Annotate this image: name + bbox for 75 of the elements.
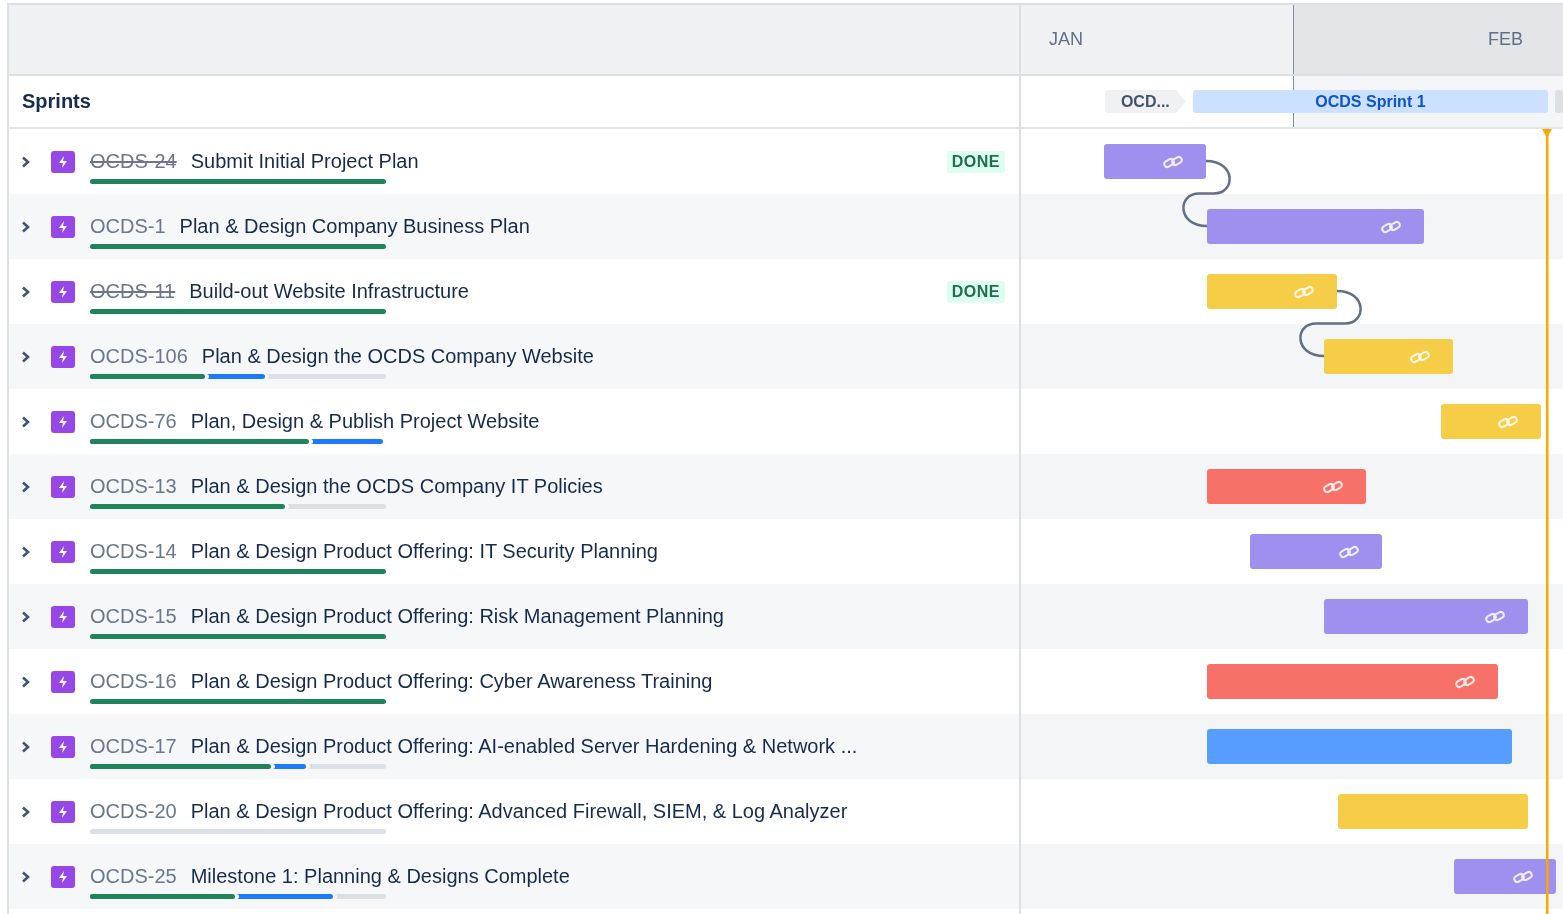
issue-key[interactable]: OCDS-16 xyxy=(90,669,177,693)
epic-icon xyxy=(51,540,75,563)
issue-title[interactable]: Plan & Design the OCDS Company Website xyxy=(201,344,594,368)
epic-icon xyxy=(51,410,75,433)
sprint-bar[interactable] xyxy=(1555,90,1563,113)
link-icon xyxy=(1512,868,1534,885)
sprint-bar[interactable]: OCDS Sprint 1 xyxy=(1192,90,1549,113)
chevron-icon[interactable] xyxy=(21,155,31,168)
chevron-icon[interactable] xyxy=(21,675,31,688)
issue-title[interactable]: Submit Initial Project Plan xyxy=(190,149,419,173)
issue-key[interactable]: OCDS-14 xyxy=(90,539,177,563)
timeline-bar[interactable] xyxy=(1207,469,1366,504)
link-icon xyxy=(1497,413,1519,430)
month-label: FEB xyxy=(1488,29,1523,50)
epic-icon xyxy=(51,150,75,173)
issue-key[interactable]: OCDS-106 xyxy=(90,344,188,368)
epic-icon xyxy=(51,605,75,628)
issue-key[interactable]: OCDS-24 xyxy=(90,149,177,173)
timeline-bar[interactable] xyxy=(1250,534,1382,569)
timeline-bar[interactable] xyxy=(1207,209,1424,244)
chevron-icon[interactable] xyxy=(21,220,31,233)
chevron-icon[interactable] xyxy=(21,740,31,753)
chevron-icon[interactable] xyxy=(21,350,31,363)
epic-icon xyxy=(51,670,75,693)
chevron-icon[interactable] xyxy=(21,805,31,818)
chevron-icon[interactable] xyxy=(21,870,31,883)
month-label: JAN xyxy=(1049,29,1083,50)
issue-title[interactable]: Plan & Design Company Business Plan xyxy=(179,214,530,238)
timeline-bar[interactable] xyxy=(1207,274,1337,309)
epic-icon xyxy=(51,475,75,498)
issue-title[interactable]: Plan, Design & Publish Project Website xyxy=(190,409,540,433)
issue-title[interactable]: Build-out Website Infrastructure xyxy=(189,279,469,303)
issue-key[interactable]: OCDS-11 xyxy=(90,279,176,303)
issue-key[interactable]: OCDS-15 xyxy=(90,604,177,628)
link-icon xyxy=(1380,218,1402,235)
epic-icon xyxy=(51,735,75,758)
chevron-icon[interactable] xyxy=(21,285,31,298)
link-icon xyxy=(1484,608,1506,625)
timeline-bar[interactable] xyxy=(1324,339,1453,374)
chevron-icon[interactable] xyxy=(21,545,31,558)
epic-icon xyxy=(51,800,75,823)
chevron-icon[interactable] xyxy=(21,610,31,623)
issue-title[interactable]: Plan & Design Product Offering: Advanced Firewall, SIEM, & Log Analyzer xyxy=(190,799,848,823)
issue-key[interactable]: OCDS-13 xyxy=(90,474,177,498)
link-icon xyxy=(1293,283,1315,300)
status-lozenge: DONE xyxy=(946,280,1005,303)
timeline-bar[interactable] xyxy=(1104,144,1206,179)
issue-key[interactable]: OCDS-1 xyxy=(90,214,166,238)
chevron-icon[interactable] xyxy=(21,415,31,428)
status-lozenge: DONE xyxy=(946,150,1005,173)
epic-icon xyxy=(51,345,75,368)
epic-icon xyxy=(51,215,75,238)
issue-title[interactable]: Milestone 1: Planning & Designs Complete xyxy=(190,864,570,888)
link-icon xyxy=(1338,543,1360,560)
timeline-bar[interactable] xyxy=(1454,859,1556,894)
epic-icon xyxy=(51,280,75,303)
issue-key[interactable]: OCDS-25 xyxy=(90,864,177,888)
issue-key[interactable]: OCDS-20 xyxy=(90,799,177,823)
issue-key[interactable]: OCDS-76 xyxy=(90,409,177,433)
issue-title[interactable]: Plan & Design Product Offering: IT Security Planning xyxy=(190,539,658,563)
link-icon xyxy=(1162,153,1184,170)
chevron-icon[interactable] xyxy=(21,480,31,493)
issue-title[interactable]: Plan & Design Product Offering: AI-enabled Server Hardening & Network ... xyxy=(190,734,858,758)
epic-icon xyxy=(51,865,75,888)
issue-title[interactable]: Plan & Design the OCDS Company IT Policies xyxy=(190,474,603,498)
link-icon xyxy=(1322,478,1344,495)
timeline-bar[interactable] xyxy=(1324,599,1528,634)
timeline-bar[interactable] xyxy=(1441,404,1541,439)
link-icon xyxy=(1409,348,1431,365)
issue-title[interactable]: Plan & Design Product Offering: Cyber Awareness Training xyxy=(190,669,713,693)
issue-key[interactable]: OCDS-17 xyxy=(90,734,177,758)
sprints-label: Sprints xyxy=(22,90,91,113)
sprint-bar[interactable]: OCD... xyxy=(1105,90,1186,113)
link-icon xyxy=(1454,673,1476,690)
issue-title[interactable]: Plan & Design Product Offering: Risk Management Planning xyxy=(190,604,724,628)
